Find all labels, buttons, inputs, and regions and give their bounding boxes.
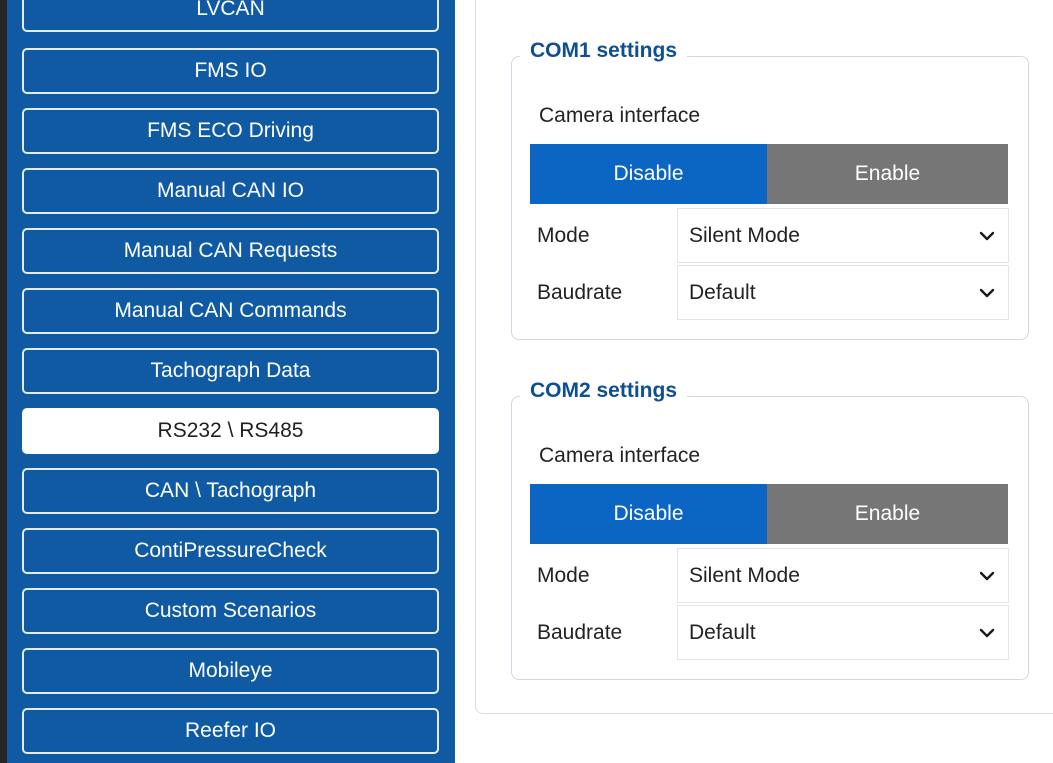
com1-mode-label: Mode bbox=[537, 224, 590, 247]
settings-content: COM1 settings Camera interface Disable E… bbox=[455, 0, 1053, 763]
com2-mode-value: Silent Mode bbox=[689, 563, 800, 587]
com2-mode-label: Mode bbox=[537, 564, 590, 587]
sidebar-item-fms-io[interactable]: FMS IO bbox=[22, 48, 439, 94]
sidebar-item-reefer-io[interactable]: Reefer IO bbox=[22, 708, 439, 754]
sidebar-item-lvcan[interactable]: LVCAN bbox=[22, 0, 439, 32]
sidebar-item-fms-eco-driving[interactable]: FMS ECO Driving bbox=[22, 108, 439, 154]
sidebar-item-manual-can-requests[interactable]: Manual CAN Requests bbox=[22, 228, 439, 274]
sidebar-item-rs232-rs485[interactable]: RS232 \ RS485 bbox=[22, 408, 439, 454]
com1-baudrate-select[interactable]: Default bbox=[677, 265, 1009, 320]
com2-settings-title: COM2 settings bbox=[520, 379, 688, 403]
com2-camera-interface-toggle: Disable Enable bbox=[530, 484, 1008, 544]
sidebar-item-can-tachograph[interactable]: CAN \ Tachograph bbox=[22, 468, 439, 514]
com2-disable-button[interactable]: Disable bbox=[530, 484, 767, 544]
chevron-down-icon bbox=[972, 221, 1002, 251]
com2-enable-button[interactable]: Enable bbox=[767, 484, 1008, 544]
com1-disable-button[interactable]: Disable bbox=[530, 144, 767, 204]
com2-baudrate-select[interactable]: Default bbox=[677, 605, 1009, 660]
sidebar-item-mobileye[interactable]: Mobileye bbox=[22, 648, 439, 694]
com1-settings-title: COM1 settings bbox=[520, 39, 688, 63]
com1-mode-value: Silent Mode bbox=[689, 223, 800, 247]
com1-mode-select[interactable]: Silent Mode bbox=[677, 208, 1009, 263]
window-edge bbox=[0, 0, 7, 763]
com2-mode-select[interactable]: Silent Mode bbox=[677, 548, 1009, 603]
sidebar-item-custom-scenarios[interactable]: Custom Scenarios bbox=[22, 588, 439, 634]
com1-baudrate-label: Baudrate bbox=[537, 281, 623, 304]
com2-baudrate-label: Baudrate bbox=[537, 621, 623, 644]
com1-camera-interface-label: Camera interface bbox=[539, 104, 701, 127]
com1-camera-interface-toggle: Disable Enable bbox=[530, 144, 1008, 204]
sidebar-item-manual-can-io[interactable]: Manual CAN IO bbox=[22, 168, 439, 214]
chevron-down-icon bbox=[972, 561, 1002, 591]
sidebar-item-tachograph-data[interactable]: Tachograph Data bbox=[22, 348, 439, 394]
com2-camera-interface-label: Camera interface bbox=[539, 444, 701, 467]
sidebar-item-manual-can-commands[interactable]: Manual CAN Commands bbox=[22, 288, 439, 334]
com1-baudrate-value: Default bbox=[689, 280, 756, 304]
sidebar: LVCAN FMS IO FMS ECO Driving Manual CAN … bbox=[7, 0, 455, 763]
sidebar-item-contipressurecheck[interactable]: ContiPressureCheck bbox=[22, 528, 439, 574]
chevron-down-icon bbox=[972, 618, 1002, 648]
chevron-down-icon bbox=[972, 278, 1002, 308]
com2-baudrate-value: Default bbox=[689, 620, 756, 644]
com1-enable-button[interactable]: Enable bbox=[767, 144, 1008, 204]
